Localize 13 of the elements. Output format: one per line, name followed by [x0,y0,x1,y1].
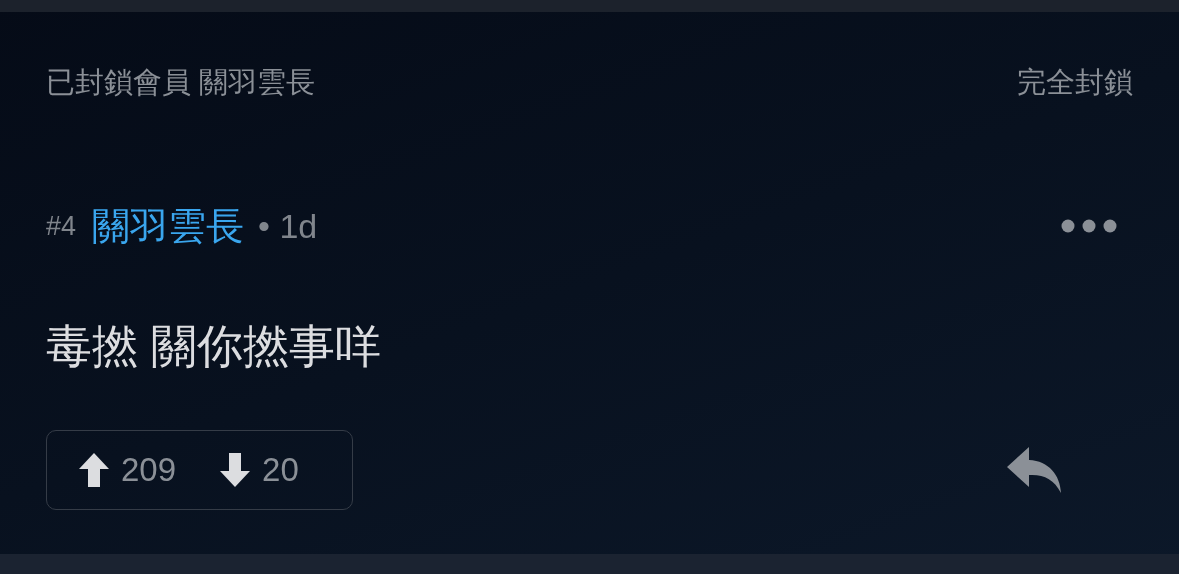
up-arrow-icon [79,453,109,487]
upvote-button[interactable]: 209 [79,451,177,489]
post-number: #4 [46,210,77,242]
reply-icon [1007,447,1063,493]
post-age: • 1d [258,206,318,246]
author-name[interactable]: 關羽雲長 [92,200,245,252]
down-arrow-icon [220,453,251,487]
blocked-member-notice: 已封鎖會員 關羽雲長 [46,65,316,100]
comment-text: 毒撚 關你撚事咩 [46,319,382,374]
fully-block-link[interactable]: 完全封鎖 [1017,63,1133,103]
more-icon[interactable] [1061,219,1117,233]
reply-button[interactable] [1007,447,1063,493]
downvote-button[interactable]: 20 [220,451,299,489]
